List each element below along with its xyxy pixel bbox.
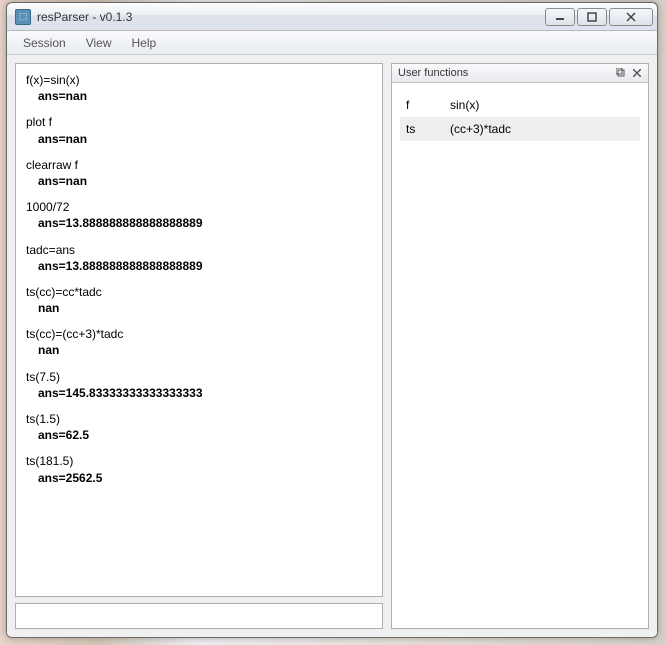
user-functions-list: fsin(x)ts(cc+3)*tadc	[391, 83, 649, 629]
console-answer: ans=nan	[26, 88, 372, 104]
console-answer: ans=13.888888888888888889	[26, 258, 372, 274]
app-window: ⬚ resParser - v0.1.3 Session View Help f…	[6, 2, 658, 638]
function-name: f	[406, 98, 450, 112]
command-input[interactable]	[16, 604, 382, 628]
close-icon	[626, 12, 636, 22]
close-button[interactable]	[609, 8, 653, 26]
panel-close-button[interactable]	[630, 66, 644, 80]
console-command: ts(181.5)	[26, 453, 372, 469]
input-row	[15, 603, 383, 629]
console-command: plot f	[26, 114, 372, 130]
console-command: ts(cc)=cc*tadc	[26, 284, 372, 300]
console-answer: ans=13.888888888888888889	[26, 215, 372, 231]
right-column: User functions fsin(x)ts(cc+3)*tadc	[391, 63, 649, 629]
console-command: 1000/72	[26, 199, 372, 215]
menu-session[interactable]: Session	[13, 33, 76, 53]
close-icon	[633, 69, 641, 77]
window-title: resParser - v0.1.3	[37, 10, 543, 24]
app-icon: ⬚	[15, 9, 31, 25]
console-command: ts(1.5)	[26, 411, 372, 427]
console-command: clearraw f	[26, 157, 372, 173]
console-answer: nan	[26, 342, 372, 358]
console-entry: ts(7.5)ans=145.83333333333333333	[26, 369, 372, 401]
console-answer: ans=nan	[26, 131, 372, 147]
function-row[interactable]: ts(cc+3)*tadc	[400, 117, 640, 141]
console-answer: ans=145.83333333333333333	[26, 385, 372, 401]
function-definition: sin(x)	[450, 98, 634, 112]
window-controls	[543, 8, 653, 26]
console-entry: plot fans=nan	[26, 114, 372, 146]
panel-title: User functions	[398, 67, 612, 79]
console-entry: ts(cc)=(cc+3)*tadcnan	[26, 326, 372, 358]
minimize-icon	[555, 12, 565, 22]
maximize-icon	[587, 12, 597, 22]
menu-help[interactable]: Help	[122, 33, 167, 53]
console-entry: 1000/72ans=13.888888888888888889	[26, 199, 372, 231]
function-row[interactable]: fsin(x)	[400, 93, 640, 117]
left-column: f(x)=sin(x)ans=nanplot fans=nanclearraw …	[15, 63, 383, 629]
console-answer: nan	[26, 300, 372, 316]
function-name: ts	[406, 122, 450, 136]
console-entry: tadc=ansans=13.888888888888888889	[26, 242, 372, 274]
menu-view[interactable]: View	[76, 33, 122, 53]
panel-header[interactable]: User functions	[391, 63, 649, 83]
console-answer: ans=nan	[26, 173, 372, 189]
minimize-button[interactable]	[545, 8, 575, 26]
titlebar[interactable]: ⬚ resParser - v0.1.3	[7, 3, 657, 31]
console-answer: ans=62.5	[26, 427, 372, 443]
maximize-button[interactable]	[577, 8, 607, 26]
console-entry: ts(181.5)ans=2562.5	[26, 453, 372, 485]
client-area: f(x)=sin(x)ans=nanplot fans=nanclearraw …	[7, 55, 657, 637]
console-entry: clearraw fans=nan	[26, 157, 372, 189]
undock-button[interactable]	[614, 66, 628, 80]
console-entry: ts(cc)=cc*tadcnan	[26, 284, 372, 316]
console-answer: ans=2562.5	[26, 470, 372, 486]
function-definition: (cc+3)*tadc	[450, 122, 634, 136]
console-entry: ts(1.5)ans=62.5	[26, 411, 372, 443]
console-output[interactable]: f(x)=sin(x)ans=nanplot fans=nanclearraw …	[15, 63, 383, 597]
console-command: ts(7.5)	[26, 369, 372, 385]
console-command: ts(cc)=(cc+3)*tadc	[26, 326, 372, 342]
console-entry: f(x)=sin(x)ans=nan	[26, 72, 372, 104]
menubar: Session View Help	[7, 31, 657, 55]
console-command: tadc=ans	[26, 242, 372, 258]
undock-icon	[616, 68, 626, 78]
console-command: f(x)=sin(x)	[26, 72, 372, 88]
